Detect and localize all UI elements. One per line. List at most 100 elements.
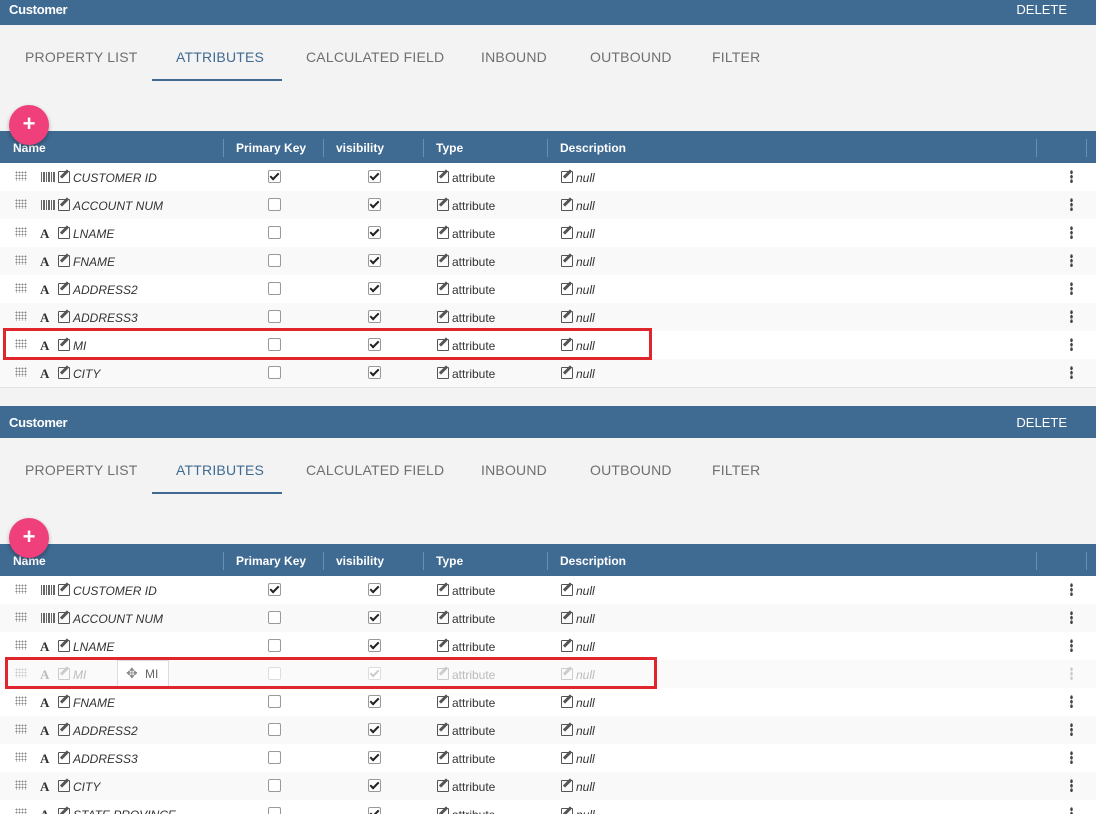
edit-icon[interactable] [58, 724, 70, 736]
edit-icon[interactable] [58, 171, 70, 183]
drag-handle-icon[interactable] [15, 199, 27, 209]
edit-icon[interactable] [58, 255, 70, 267]
edit-icon[interactable] [58, 780, 70, 792]
edit-icon[interactable] [58, 752, 70, 764]
drag-handle-icon[interactable] [15, 367, 27, 377]
table-row[interactable]: A ADDRESS2 attribute null [0, 275, 1096, 304]
edit-icon[interactable] [437, 668, 449, 680]
primary-key-checkbox[interactable] [268, 807, 281, 814]
visibility-checkbox[interactable] [368, 583, 381, 596]
table-row[interactable]: A CITY attribute null [0, 359, 1096, 388]
more-options-icon[interactable] [1070, 807, 1073, 814]
edit-icon[interactable] [58, 640, 70, 652]
drag-handle-icon[interactable] [15, 227, 27, 237]
edit-icon[interactable] [561, 283, 573, 295]
dragged-item-chip[interactable]: ✥ MI [117, 660, 169, 688]
more-options-icon[interactable] [1070, 310, 1073, 323]
edit-icon[interactable] [58, 668, 70, 680]
column-header-vis[interactable]: visibility [336, 141, 384, 155]
primary-key-checkbox[interactable] [268, 226, 281, 239]
primary-key-checkbox[interactable] [268, 723, 281, 736]
more-options-icon[interactable] [1070, 282, 1073, 295]
table-row[interactable]: A ADDRESS3 attribute null [0, 744, 1096, 773]
primary-key-checkbox[interactable] [268, 198, 281, 211]
edit-icon[interactable] [437, 283, 449, 295]
more-options-icon[interactable] [1070, 583, 1073, 596]
table-row[interactable]: A FNAME attribute null [0, 688, 1096, 717]
edit-icon[interactable] [561, 227, 573, 239]
visibility-checkbox[interactable] [368, 695, 381, 708]
table-row[interactable]: A MI attribute null [0, 331, 1096, 360]
table-row[interactable]: ACCOUNT NUM attribute null [0, 191, 1096, 220]
edit-icon[interactable] [437, 171, 449, 183]
tab-calculated-field[interactable]: CALCULATED FIELD [306, 462, 444, 478]
table-row[interactable]: A ADDRESS2 attribute null [0, 716, 1096, 745]
visibility-checkbox[interactable] [368, 170, 381, 183]
edit-icon[interactable] [561, 584, 573, 596]
visibility-checkbox[interactable] [368, 751, 381, 764]
column-header-vis[interactable]: visibility [336, 554, 384, 568]
edit-icon[interactable] [58, 612, 70, 624]
primary-key-checkbox[interactable] [268, 254, 281, 267]
more-options-icon[interactable] [1070, 338, 1073, 351]
edit-icon[interactable] [58, 311, 70, 323]
edit-icon[interactable] [561, 752, 573, 764]
column-header-desc[interactable]: Description [560, 554, 626, 568]
more-options-icon[interactable] [1070, 723, 1073, 736]
visibility-checkbox[interactable] [368, 366, 381, 379]
edit-icon[interactable] [561, 668, 573, 680]
primary-key-checkbox[interactable] [268, 170, 281, 183]
edit-icon[interactable] [58, 696, 70, 708]
tab-outbound[interactable]: OUTBOUND [590, 462, 672, 478]
edit-icon[interactable] [437, 227, 449, 239]
edit-icon[interactable] [561, 311, 573, 323]
table-row-drag-placeholder[interactable]: A MI attribute null ✥ MI [0, 660, 1096, 689]
edit-icon[interactable] [561, 199, 573, 211]
more-options-icon[interactable] [1070, 170, 1073, 183]
edit-icon[interactable] [437, 367, 449, 379]
edit-icon[interactable] [437, 612, 449, 624]
edit-icon[interactable] [437, 752, 449, 764]
visibility-checkbox[interactable] [368, 226, 381, 239]
primary-key-checkbox[interactable] [268, 310, 281, 323]
visibility-checkbox[interactable] [368, 310, 381, 323]
column-header-desc[interactable]: Description [560, 141, 626, 155]
primary-key-checkbox[interactable] [268, 667, 281, 680]
edit-icon[interactable] [561, 612, 573, 624]
table-row[interactable]: A LNAME attribute null [0, 632, 1096, 661]
column-header-type[interactable]: Type [436, 554, 463, 568]
table-row[interactable]: A ADDRESS3 attribute null [0, 303, 1096, 332]
more-options-icon[interactable] [1070, 198, 1073, 211]
visibility-checkbox[interactable] [368, 639, 381, 652]
drag-handle-icon[interactable] [15, 780, 27, 790]
edit-icon[interactable] [561, 696, 573, 708]
table-row[interactable]: CUSTOMER ID attribute null [0, 163, 1096, 192]
more-options-icon[interactable] [1070, 751, 1073, 764]
edit-icon[interactable] [437, 311, 449, 323]
edit-icon[interactable] [561, 808, 573, 814]
primary-key-checkbox[interactable] [268, 611, 281, 624]
edit-icon[interactable] [561, 367, 573, 379]
edit-icon[interactable] [58, 199, 70, 211]
edit-icon[interactable] [561, 255, 573, 267]
edit-icon[interactable] [437, 696, 449, 708]
more-options-icon[interactable] [1070, 639, 1073, 652]
edit-icon[interactable] [561, 640, 573, 652]
table-row[interactable]: A CITY attribute null [0, 772, 1096, 801]
visibility-checkbox[interactable] [368, 807, 381, 814]
drag-handle-icon[interactable] [15, 584, 27, 594]
edit-icon[interactable] [58, 339, 70, 351]
edit-icon[interactable] [58, 584, 70, 596]
add-attribute-button[interactable]: + [9, 518, 49, 558]
visibility-checkbox[interactable] [368, 667, 381, 680]
add-attribute-button[interactable]: + [9, 105, 49, 145]
tab-filter[interactable]: FILTER [712, 462, 760, 478]
tab-inbound[interactable]: INBOUND [481, 49, 547, 65]
tab-attributes[interactable]: ATTRIBUTES [176, 462, 264, 478]
edit-icon[interactable] [58, 367, 70, 379]
drag-handle-icon[interactable] [15, 339, 27, 349]
tab-filter[interactable]: FILTER [712, 49, 760, 65]
drag-handle-icon[interactable] [15, 668, 27, 678]
column-header-pk[interactable]: Primary Key [236, 141, 306, 155]
more-options-icon[interactable] [1070, 611, 1073, 624]
